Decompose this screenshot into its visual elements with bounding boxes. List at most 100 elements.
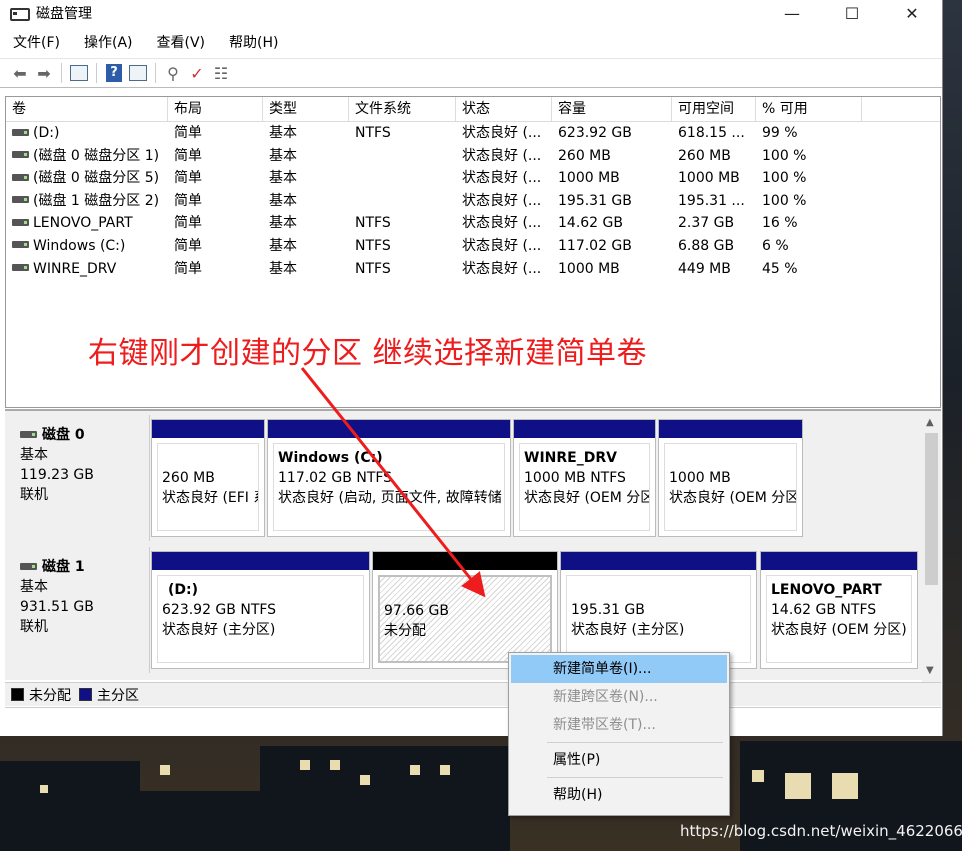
cell-free-space: 618.15 ... — [678, 125, 745, 141]
list-icon[interactable]: ☷ — [209, 61, 233, 85]
menu-file[interactable]: 文件(F) — [10, 30, 63, 54]
partition-size: 117.02 GB NTFS — [278, 470, 393, 486]
new-spanned-volume-menu-item[interactable]: 新建跨区卷(N)... — [511, 683, 727, 711]
column-header-percent-free[interactable]: % 可用 — [756, 97, 862, 121]
cell-layout: 简单 — [174, 215, 202, 232]
partition[interactable]: 1000 MB 状态良好 (OEM 分区 — [658, 419, 803, 537]
legend-primary: 主分区 — [97, 687, 139, 704]
column-header-type[interactable]: 类型 — [263, 97, 349, 121]
cell-percent-free: 99 % — [762, 125, 798, 141]
properties-menu-item[interactable]: 属性(P) — [511, 746, 727, 774]
menu-view[interactable]: 查看(V) — [154, 30, 209, 54]
partition-bar — [561, 552, 756, 570]
partition-status: 状态良好 (OEM 分区 — [669, 490, 797, 506]
cell-percent-free: 100 % — [762, 192, 807, 209]
context-menu: 新建简单卷(I)... 新建跨区卷(N)... 新建带区卷(T)... 属性(P… — [508, 652, 730, 816]
cell-status: 状态良好 (... — [462, 147, 542, 164]
cell-capacity: 14.62 GB — [558, 215, 623, 232]
table-row[interactable]: WINRE_DRV 简单 基本 NTFS 状态良好 (... 1000 MB 449 MB 4… — [6, 258, 940, 281]
partition[interactable]: LENOVO_PART 14.62 GB NTFS 状态良好 (OEM 分区) — [760, 551, 918, 669]
disk-view-scrollbar[interactable]: ▲ ▼ — [922, 411, 941, 682]
column-header-filesystem[interactable]: 文件系统 — [349, 97, 456, 121]
scrollbar-thumb[interactable] — [925, 433, 938, 585]
status-bar — [5, 707, 941, 734]
partition-bar — [761, 552, 917, 570]
disk-label[interactable]: 磁盘 1 基本 931.51 GB 联机 — [8, 547, 150, 673]
column-header-free-space[interactable]: 可用空间 — [672, 97, 756, 121]
column-header-volume[interactable]: 卷 — [6, 97, 168, 121]
cell-capacity: 195.31 GB — [558, 192, 632, 209]
partition-status: 状态良好 (OEM 分区 — [524, 490, 650, 506]
partition[interactable]: WINRE_DRV 1000 MB NTFS 状态良好 (OEM 分区 — [513, 419, 656, 537]
cell-capacity: 623.92 GB — [558, 125, 632, 141]
cell-type: 基本 — [269, 237, 297, 254]
properties-icon[interactable] — [126, 61, 150, 85]
cell-free-space: 2.37 GB — [678, 215, 735, 232]
column-header-capacity[interactable]: 容量 — [552, 97, 672, 121]
new-simple-volume-menu-item[interactable]: 新建简单卷(I)... — [511, 655, 727, 683]
partition-title — [162, 448, 258, 468]
cell-layout: 简单 — [174, 260, 202, 277]
cell-type: 基本 — [269, 170, 297, 187]
minimize-button[interactable]: — — [762, 0, 822, 26]
partition-title: Windows (C:) — [278, 450, 383, 466]
cell-capacity: 1000 MB — [558, 170, 620, 187]
cell-type: 基本 — [269, 192, 297, 209]
volume-icon — [12, 264, 29, 272]
table-row[interactable]: (磁盘 0 磁盘分区 5) 简单 基本 状态良好 (... 1000 MB 1000 MB… — [6, 167, 940, 190]
cell-type: 基本 — [269, 260, 297, 277]
volume-icon — [12, 151, 29, 159]
cell-layout: 简单 — [174, 125, 202, 141]
table-row[interactable]: (D:) 简单 基本 NTFS 状态良好 (... 623.92 GB 618.15 ...… — [6, 122, 940, 145]
volume-icon — [12, 128, 29, 136]
cell-volume: (磁盘 0 磁盘分区 1) — [33, 147, 160, 164]
cell-percent-free: 6 % — [762, 237, 789, 254]
cell-status: 状态良好 (... — [462, 215, 542, 232]
check-icon[interactable]: ✓ — [185, 61, 209, 85]
disk-status: 联机 — [20, 487, 48, 503]
partition-size: 260 MB — [162, 470, 215, 486]
menu-help[interactable]: 帮助(H) — [226, 30, 281, 54]
volume-icon — [12, 196, 29, 204]
disk-view: 磁盘 0 基本 119.23 GB 联机 260 MB 状态良好 (EFI 系 … — [5, 409, 941, 682]
connect-icon[interactable]: ⚲ — [161, 61, 185, 85]
table-row[interactable]: (磁盘 0 磁盘分区 1) 简单 基本 状态良好 (... 260 MB 260 MB 10… — [6, 145, 940, 168]
cell-status: 状态良好 (... — [462, 192, 542, 209]
column-header-status[interactable]: 状态 — [456, 97, 552, 121]
menu-separator — [547, 777, 723, 778]
cell-capacity: 117.02 GB — [558, 237, 632, 254]
partition-bar — [514, 420, 655, 438]
help-icon[interactable]: ? — [102, 61, 126, 85]
partition[interactable]: 260 MB 状态良好 (EFI 系 — [151, 419, 265, 537]
annotation-text: 右键刚才创建的分区 继续选择新建简单卷 — [88, 336, 648, 371]
partition[interactable]: Windows (C:) 117.02 GB NTFS 状态良好 (启动, 页面… — [267, 419, 511, 537]
help-menu-item[interactable]: 帮助(H) — [511, 781, 727, 809]
partition-bar — [152, 552, 369, 570]
forward-icon[interactable]: ➡ — [32, 61, 56, 85]
table-row[interactable]: Windows (C:) 简单 基本 NTFS 状态良好 (... 117.02 GB 6.… — [6, 235, 940, 258]
cell-status: 状态良好 (... — [462, 125, 542, 141]
cell-status: 状态良好 (... — [462, 260, 542, 277]
menu-action[interactable]: 操作(A) — [81, 30, 136, 54]
cell-status: 状态良好 (... — [462, 237, 542, 254]
partition-title: LENOVO_PART — [771, 582, 882, 598]
cell-percent-free: 45 % — [762, 260, 798, 277]
partition[interactable]: (D:) 623.92 GB NTFS 状态良好 (主分区) — [151, 551, 370, 669]
close-button[interactable]: ✕ — [882, 0, 942, 26]
partition-size: 623.92 GB NTFS — [162, 602, 277, 618]
cell-volume: LENOVO_PART — [33, 215, 133, 232]
back-icon[interactable]: ⬅ — [8, 61, 32, 85]
maximize-button[interactable]: ☐ — [822, 0, 882, 26]
disk-label[interactable]: 磁盘 0 基本 119.23 GB 联机 — [8, 415, 150, 541]
scroll-down-icon[interactable]: ▼ — [926, 665, 934, 676]
console-tree-icon[interactable] — [67, 61, 91, 85]
new-striped-volume-menu-item[interactable]: 新建带区卷(T)... — [511, 711, 727, 739]
table-row[interactable]: LENOVO_PART 简单 基本 NTFS 状态良好 (... 14.62 GB 2.37… — [6, 212, 940, 235]
cell-free-space: 195.31 ... — [678, 192, 745, 209]
column-header-layout[interactable]: 布局 — [168, 97, 263, 121]
table-row[interactable]: (磁盘 1 磁盘分区 2) 简单 基本 状态良好 (... 195.31 GB 195.3… — [6, 190, 940, 213]
scroll-up-icon[interactable]: ▲ — [926, 417, 934, 428]
cell-filesystem — [349, 145, 456, 168]
cell-percent-free: 100 % — [762, 170, 807, 187]
legend: 未分配 主分区 — [5, 682, 941, 706]
